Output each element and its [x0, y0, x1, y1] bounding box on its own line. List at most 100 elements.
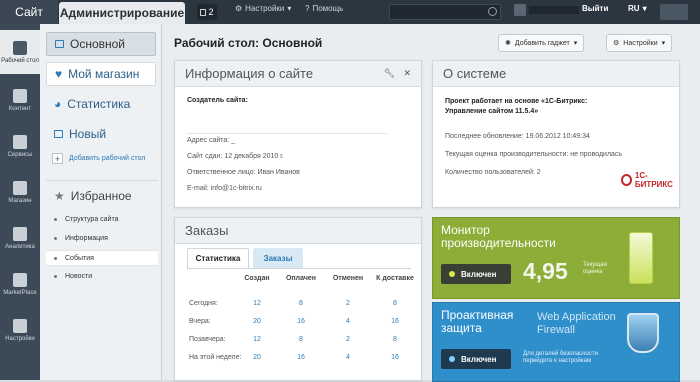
wrench-icon[interactable]: 🔧︎: [384, 68, 395, 79]
tab-orders[interactable]: Заказы: [253, 248, 303, 268]
add-gadget-button[interactable]: ✺ Добавить гаджет ▾: [498, 34, 585, 52]
site-address: Адрес сайта: _: [187, 137, 236, 144]
desktop-statistics[interactable]: ◕ Статистика: [46, 92, 156, 116]
nav-content[interactable]: Контент: [0, 78, 40, 122]
favorite-item[interactable]: События: [46, 250, 158, 266]
table-cell[interactable]: 4: [333, 354, 363, 361]
user-avatar-icon[interactable]: [514, 4, 579, 16]
notifications-icon: [200, 8, 207, 16]
status-led-icon: [449, 356, 455, 362]
nav-shop[interactable]: Магазин: [0, 170, 40, 214]
pie-chart-icon: ◕: [54, 97, 62, 111]
sidebar: Основной ♥ Мой магазин ◕ Статистика Новы…: [40, 24, 162, 380]
table-cell[interactable]: 4: [333, 318, 363, 325]
favorite-label: Информация: [65, 235, 108, 242]
desktop-settings-button[interactable]: ⚙ Настройки ▾: [606, 34, 673, 52]
performance-score: 4,95: [523, 258, 568, 284]
nav-analytics[interactable]: Аналитика: [0, 216, 40, 260]
nav-settings[interactable]: Настройки: [0, 308, 40, 352]
table-cell[interactable]: 16: [380, 318, 410, 325]
table-cell[interactable]: 2: [333, 300, 363, 307]
favorite-item[interactable]: Новости: [54, 273, 92, 280]
table-cell[interactable]: 2: [333, 336, 363, 343]
services-icon: [13, 134, 27, 149]
widget-title: О системе: [443, 66, 507, 81]
table-cell[interactable]: 12: [242, 336, 272, 343]
top-bar: Сайт Администрирование 2 ⚙ Настройки ▾ ?…: [0, 0, 700, 24]
tab-statistics[interactable]: Статистика: [187, 248, 249, 268]
desktop-main[interactable]: Основной: [46, 32, 156, 56]
add-desktop-button[interactable]: + Добавить рабочий стол: [52, 153, 145, 164]
settings-label: Настройки: [245, 4, 285, 13]
table-cell[interactable]: 8: [380, 300, 410, 307]
favorite-item[interactable]: Структура сайта: [54, 216, 118, 223]
language-label: RU: [628, 4, 640, 13]
plus-icon: +: [52, 153, 63, 164]
divider: [46, 180, 158, 181]
search-input[interactable]: [390, 5, 480, 19]
monitor-icon: [54, 130, 63, 138]
page-title: Рабочий стол: Основной: [174, 36, 323, 50]
toggle-label: Включен: [461, 354, 497, 364]
creator-label: Создатель сайта:: [187, 97, 248, 104]
heart-icon: ♥: [55, 67, 63, 81]
chevron-down-icon: ▾: [661, 40, 666, 47]
nav-services[interactable]: Сервисы: [0, 124, 40, 168]
row-label: Сегодня:: [189, 300, 218, 307]
main-area: Рабочий стол: Основной ✺ Добавить гаджет…: [162, 24, 700, 382]
favorite-item[interactable]: Информация: [54, 235, 108, 242]
table-cell[interactable]: 16: [380, 354, 410, 361]
table-cell[interactable]: 20: [242, 354, 272, 361]
last-update: Последнее обновление: 19.06.2012 10:49:3…: [445, 133, 590, 140]
table-cell[interactable]: 16: [286, 318, 316, 325]
tab-admin[interactable]: Администрирование: [59, 2, 185, 24]
nav-label: Сервисы: [7, 151, 33, 158]
table-cell[interactable]: 20: [242, 318, 272, 325]
chevron-down-icon: ▾: [287, 4, 292, 13]
divider: [187, 268, 411, 269]
project-info: Проект работает на основе «1С-Битрикс: У…: [445, 98, 588, 115]
security-hint: Для деталей безопасности перейдите к нас…: [523, 351, 598, 364]
user-count: Количество пользователей: 2: [445, 169, 541, 176]
widget-title: Монитор производительности: [441, 223, 556, 250]
bitrix-logo: 1С-БИТРИКС: [621, 171, 679, 189]
table-cell[interactable]: 8: [286, 300, 316, 307]
widget-header[interactable]: О системе: [433, 61, 679, 87]
search-box[interactable]: [389, 4, 501, 20]
notifications-button[interactable]: 2: [197, 4, 217, 20]
logout-link[interactable]: Выйти: [582, 4, 608, 13]
search-icon[interactable]: [488, 7, 497, 16]
nav-label: Настройки: [5, 335, 35, 342]
table-cell[interactable]: 16: [286, 354, 316, 361]
monitor-toggle-button[interactable]: Включен: [441, 264, 511, 284]
widget-header[interactable]: Информация о сайте 🔧︎ ✕: [175, 61, 421, 87]
close-icon[interactable]: ✕: [403, 68, 411, 79]
nav-marketplace[interactable]: MarketPlace: [0, 262, 40, 306]
table-cell[interactable]: 12: [242, 300, 272, 307]
tab-site[interactable]: Сайт: [0, 0, 58, 24]
pin-button[interactable]: [660, 4, 688, 20]
bitrix-logo-text: 1С-БИТРИКС: [634, 171, 673, 189]
gear-icon: ⚙: [235, 4, 243, 13]
notifications-count: 2: [208, 7, 214, 17]
battery-icon: [629, 232, 653, 284]
language-select[interactable]: RU ▾: [628, 4, 647, 13]
nav-desktop[interactable]: Рабочий стол: [0, 30, 40, 74]
widget-title: Проактивная защита: [441, 308, 514, 335]
add-desktop-label: Добавить рабочий стол: [69, 155, 146, 162]
chevron-down-icon: ▾: [573, 40, 578, 47]
performance-monitor-widget: Монитор производительности Включен 4,95 …: [432, 217, 680, 299]
settings-menu[interactable]: ⚙ Настройки ▾: [235, 4, 291, 13]
table-cell[interactable]: 8: [286, 336, 316, 343]
desktop-my-shop[interactable]: ♥ Мой магазин: [46, 62, 156, 86]
table-cell[interactable]: 8: [380, 336, 410, 343]
proactive-toggle-button[interactable]: Включен: [441, 349, 511, 369]
desktop-new[interactable]: Новый: [46, 122, 156, 146]
system-widget: О системе Проект работает на основе «1С-…: [432, 60, 680, 208]
desktop-label: Мой магазин: [68, 67, 140, 81]
widget-header[interactable]: Заказы: [175, 218, 421, 244]
site-responsible: Ответственное лицо: Иван Иванов: [187, 169, 300, 176]
help-link[interactable]: ? Помощь: [305, 4, 343, 13]
site-info-widget: Информация о сайте 🔧︎ ✕ Создатель сайта:…: [174, 60, 422, 208]
row-label: Вчера:: [189, 318, 211, 325]
